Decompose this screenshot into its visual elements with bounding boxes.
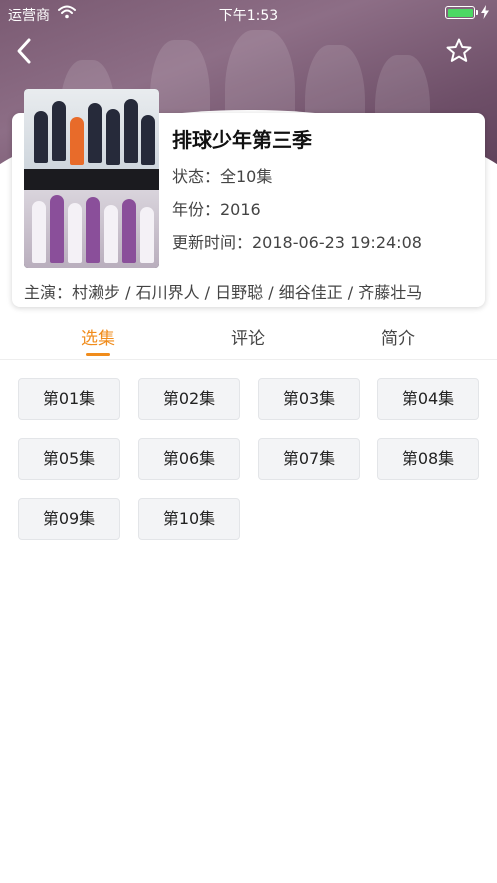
episode-button-03[interactable]: 第03集 bbox=[258, 378, 360, 420]
release-year: 年份：2016 bbox=[172, 200, 261, 219]
episode-button-10[interactable]: 第10集 bbox=[138, 498, 240, 540]
episode-button-08[interactable]: 第08集 bbox=[377, 438, 479, 480]
episode-button-07[interactable]: 第07集 bbox=[258, 438, 360, 480]
charging-icon bbox=[481, 5, 489, 19]
status-bar: 运营商 下午1:53 bbox=[0, 0, 497, 26]
episode-button-09[interactable]: 第09集 bbox=[18, 498, 120, 540]
cast-list: 主演：村濑步 / 石川界人 / 日野聪 / 细谷佳正 / 齐藤壮马 bbox=[24, 283, 423, 302]
star-outline-icon bbox=[446, 38, 472, 62]
episode-button-01[interactable]: 第01集 bbox=[18, 378, 120, 420]
poster-image bbox=[24, 89, 159, 268]
tab-bar: 选集 评论 简介 bbox=[0, 318, 497, 360]
chevron-left-icon bbox=[17, 38, 31, 64]
episode-button-05[interactable]: 第05集 bbox=[18, 438, 120, 480]
favorite-button[interactable] bbox=[445, 37, 473, 65]
episode-button-06[interactable]: 第06集 bbox=[138, 438, 240, 480]
update-time: 更新时间：2018-06-23 19:24:08 bbox=[172, 233, 422, 252]
tab-intro[interactable]: 简介 bbox=[338, 324, 458, 349]
tab-episodes[interactable]: 选集 bbox=[38, 324, 158, 349]
clock: 下午1:53 bbox=[218, 8, 279, 24]
back-button[interactable] bbox=[12, 36, 40, 66]
anime-title: 排球少年第三季 bbox=[172, 128, 312, 152]
tab-comments[interactable]: 评论 bbox=[188, 324, 308, 349]
episode-status: 状态：全10集 bbox=[172, 167, 273, 186]
episode-button-04[interactable]: 第04集 bbox=[377, 378, 479, 420]
active-tab-indicator bbox=[86, 353, 110, 356]
episode-button-02[interactable]: 第02集 bbox=[138, 378, 240, 420]
battery-icon bbox=[445, 6, 478, 19]
